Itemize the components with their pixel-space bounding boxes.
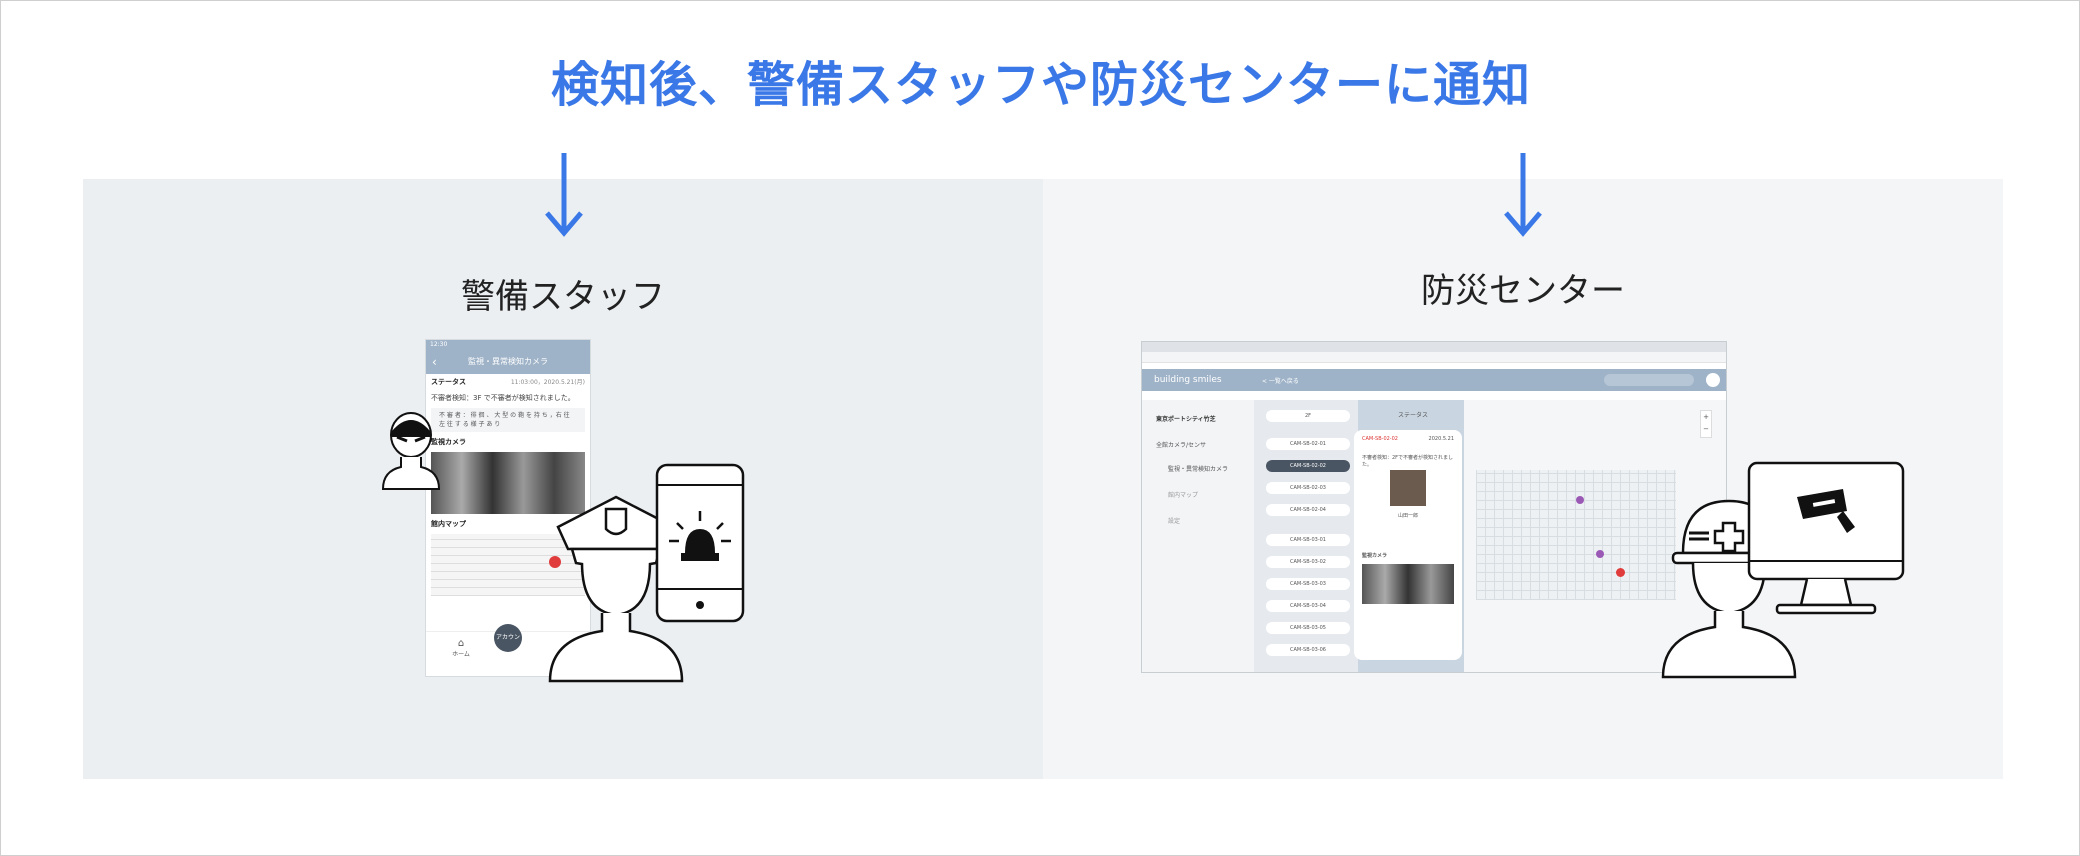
notification-pill[interactable] <box>1604 374 1694 386</box>
status-card: CAM-SB-02-02 2020.5.21 不審者検知：2Fで不審者が検知され… <box>1354 430 1462 660</box>
camera-item[interactable]: CAM-SB-03-03 <box>1266 578 1350 590</box>
detail-date: 2020.5.21 <box>1428 436 1454 442</box>
camera-list: 2F CAM-SB-02-01 CAM-SB-02-02 CAM-SB-02-0… <box>1254 400 1358 672</box>
figure-title: 検知後、警備スタッフや防災センターに通知 <box>550 57 1531 113</box>
camera-item[interactable]: CAM-SB-02-04 <box>1266 504 1350 516</box>
sidebar-item-surveillance[interactable]: 監視・異常検知カメラ <box>1168 464 1228 473</box>
app-header: ‹ 監視・異常検知カメラ <box>426 350 590 374</box>
tab-home-label: ホーム <box>452 651 470 658</box>
disaster-center-heading: 防災センター <box>1421 271 1625 311</box>
home-icon: ⌂ <box>457 638 465 649</box>
account-button[interactable]: アカウント <box>494 624 522 669</box>
alert-marker-icon[interactable] <box>1616 568 1625 577</box>
chevron-left-icon[interactable]: ‹ <box>432 350 437 374</box>
sidebar-item-settings[interactable]: 設定 <box>1168 516 1180 525</box>
map-marker-icon[interactable] <box>1576 496 1584 504</box>
camera-item[interactable]: CAM-SB-03-04 <box>1266 600 1350 612</box>
app-title: 監視・異常検知カメラ <box>468 357 548 366</box>
tab-home[interactable]: ⌂ ホーム <box>446 638 476 658</box>
account-label: アカウント <box>495 634 520 669</box>
camera-item[interactable]: CAM-SB-03-06 <box>1266 644 1350 656</box>
down-arrow-icon <box>545 153 583 237</box>
phone-alarm-icon <box>655 463 745 623</box>
sidebar-item-all-cameras[interactable]: 全館カメラ/センサ <box>1156 440 1206 449</box>
camera-item[interactable]: CAM-SB-03-01 <box>1266 534 1350 546</box>
dashboard-header: building smiles < 一覧へ戻る <box>1142 369 1726 391</box>
detail-pane: ステータス CAM-SB-02-02 2020.5.21 不審者検知：2Fで不審… <box>1354 400 1464 672</box>
security-staff-heading: 警備スタッフ <box>461 277 665 317</box>
desktop-dashboard-screen: building smiles < 一覧へ戻る 東京ポートシティ竹芝 全館カメラ… <box>1141 341 1727 673</box>
sidebar-item-map[interactable]: 館内マップ <box>1168 490 1198 499</box>
camera-item[interactable]: CAM-SB-02-03 <box>1266 482 1350 494</box>
zoom-controls[interactable]: + − <box>1700 410 1712 438</box>
suspect-icon <box>381 412 441 490</box>
browser-url-bar[interactable] <box>1142 352 1726 363</box>
camera-item[interactable]: CAM-SB-03-05 <box>1266 622 1350 634</box>
monitor-camera-icon <box>1747 461 1905 615</box>
status-datetime: 11:03:00，2020.5.21(月) <box>510 379 585 386</box>
alert-text: 不審者検知：3F で不審者が検知されました。 <box>431 394 575 402</box>
avatar[interactable] <box>1706 373 1720 387</box>
suspect-note: 不 審 者 ： 徘 徊 、 大 型 の 鞄 を 持 ち ，右 往 左 往 す る… <box>431 408 585 432</box>
brand-logo: building smiles <box>1154 375 1222 385</box>
detail-camera-snapshot[interactable] <box>1362 564 1454 604</box>
dashboard-sidebar: 東京ポートシティ竹芝 全館カメラ/センサ 監視・異常検知カメラ 館内マップ 設定 <box>1142 400 1254 672</box>
camera-section-label: 監視カメラ <box>431 438 466 446</box>
suspect-photo <box>1390 470 1426 506</box>
detail-title: ステータス <box>1398 412 1429 419</box>
detail-alert: 不審者検知：2Fで不審者が検知されました。 <box>1362 455 1454 468</box>
back-to-list-link[interactable]: < 一覧へ戻る <box>1262 376 1299 385</box>
sidebar-item-site[interactable]: 東京ポートシティ竹芝 <box>1156 414 1216 423</box>
camera-item[interactable]: CAM-SB-02-01 <box>1266 438 1350 450</box>
phone-status-time: 12:30 <box>426 340 590 350</box>
status-label: ステータス <box>431 378 466 386</box>
detail-name: 山田一郎 <box>1398 513 1419 519</box>
detail-camera-label: 監視カメラ <box>1362 553 1388 559</box>
camera-item-selected[interactable]: CAM-SB-02-02 <box>1266 460 1350 472</box>
floor-select[interactable]: 2F <box>1266 410 1350 422</box>
detail-camera-id: CAM-SB-02-02 <box>1362 436 1398 442</box>
browser-tab-strip <box>1142 342 1726 352</box>
map-marker-icon[interactable] <box>1596 550 1604 558</box>
camera-item[interactable]: CAM-SB-03-02 <box>1266 556 1350 568</box>
down-arrow-icon <box>1504 153 1542 237</box>
figure-frame: 検知後、警備スタッフや防災センターに通知 警備スタッフ 防災センター 12:30… <box>0 0 2080 856</box>
floor-plan <box>1476 470 1676 600</box>
